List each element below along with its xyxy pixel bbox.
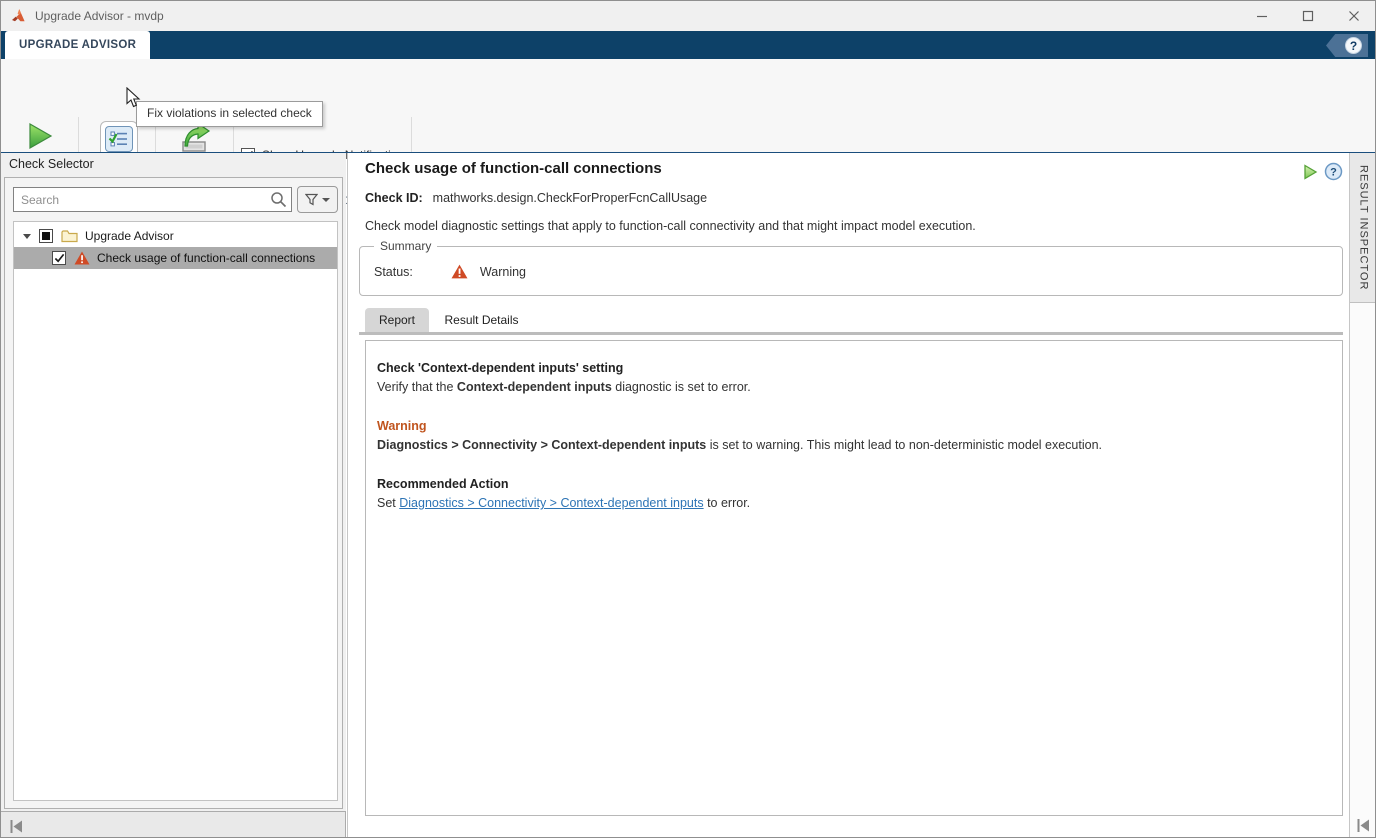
report-action-body: Set Diagnostics > Connectivity > Context… (377, 494, 1330, 513)
svg-text:?: ? (1330, 167, 1337, 179)
tab-report[interactable]: Report (365, 308, 429, 332)
check-description: Check model diagnostic settings that app… (365, 219, 976, 233)
check-tree: Upgrade Advisor (13, 221, 338, 801)
window-title: Upgrade Advisor - mvdp (35, 1, 164, 31)
search-icon (270, 191, 287, 208)
mouse-cursor (126, 87, 141, 109)
maximize-icon (1302, 10, 1314, 22)
check-report-panel: Check usage of function-call connections… (347, 153, 1349, 838)
tree-row-check-usage[interactable]: Check usage of function-call connections (14, 247, 337, 269)
child-checkbox[interactable] (52, 251, 66, 265)
minimize-icon (1256, 10, 1268, 22)
tree-root-label: Upgrade Advisor (85, 229, 174, 243)
filter-funnel-icon (305, 193, 318, 206)
checkmark-icon (54, 253, 65, 264)
tab-underline (359, 332, 1343, 335)
help-button[interactable]: ? (1326, 34, 1368, 57)
status-label: Status: (374, 265, 413, 279)
play-icon (25, 121, 55, 151)
report-check-body: Verify that the Context-dependent inputs… (377, 378, 1330, 397)
report-action-title: Recommended Action (377, 475, 1330, 494)
folder-icon (61, 229, 78, 243)
status-warning-icon (451, 264, 468, 279)
run-check-button[interactable] (1301, 163, 1319, 181)
report-warning-title: Warning (377, 417, 1330, 436)
check-selector-panel: Check Selector (1, 153, 346, 811)
check-selector-content: Upgrade Advisor (4, 177, 343, 809)
tab-upgrade-advisor[interactable]: UPGRADE ADVISOR (5, 31, 150, 59)
check-title: Check usage of function-call connections (365, 160, 662, 177)
report-warning-body: Diagnostics > Connectivity > Context-dep… (377, 436, 1330, 455)
summary-group: Summary Status: Warning (359, 246, 1343, 296)
fix-tooltip: Fix violations in selected check (136, 101, 323, 127)
check-help-button[interactable]: ? (1324, 162, 1343, 181)
warning-icon (74, 251, 90, 265)
check-id-label: Check ID: (365, 191, 423, 205)
close-button[interactable] (1331, 1, 1376, 31)
tab-result-details[interactable]: Result Details (429, 308, 534, 332)
tree-child-label: Check usage of function-call connections (97, 251, 315, 265)
result-inspector-label: RESULT INSPECTOR (1358, 165, 1370, 290)
summary-legend: Summary (374, 239, 437, 253)
report-content: Check 'Context-dependent inputs' setting… (365, 340, 1343, 816)
title-bar: Upgrade Advisor - mvdp (1, 1, 1376, 31)
maximize-button[interactable] (1285, 1, 1331, 31)
collapse-right-panel-button[interactable] (1356, 818, 1371, 833)
filter-button[interactable] (297, 186, 338, 213)
close-icon (1348, 10, 1360, 22)
matlab-logo-icon (11, 8, 27, 24)
fix-icon (105, 126, 133, 152)
collapse-left-panel-button[interactable] (9, 819, 24, 834)
check-selector-title: Check Selector (9, 157, 94, 171)
filter-dropdown-caret (322, 198, 330, 202)
upgrade-advisor-window: Upgrade Advisor - mvdp UPGRADE ADVISOR ? (0, 0, 1376, 838)
expand-caret-icon[interactable] (23, 234, 31, 239)
tree-row-upgrade-advisor[interactable]: Upgrade Advisor (14, 225, 337, 247)
left-panel-bottom-bar (1, 811, 346, 838)
root-checkbox[interactable] (39, 229, 53, 243)
right-dock-strip: RESULT INSPECTOR (1349, 153, 1376, 838)
minimize-button[interactable] (1239, 1, 1285, 31)
diagnostics-setting-link[interactable]: Diagnostics > Connectivity > Context-dep… (399, 496, 703, 510)
check-id-row: Check ID: mathworks.design.CheckForProper… (365, 191, 707, 205)
ribbon-tab-bar: UPGRADE ADVISOR ? (1, 31, 1376, 59)
search-input[interactable] (13, 187, 292, 212)
report-check-title: Check 'Context-dependent inputs' setting (377, 359, 1330, 378)
indeterminate-mark (42, 232, 50, 240)
result-inspector-tab[interactable]: RESULT INSPECTOR (1350, 153, 1376, 303)
question-icon: ? (1345, 37, 1362, 54)
check-id-value: mathworks.design.CheckForProperFcnCallUs… (433, 191, 707, 205)
status-value: Warning (480, 265, 526, 279)
